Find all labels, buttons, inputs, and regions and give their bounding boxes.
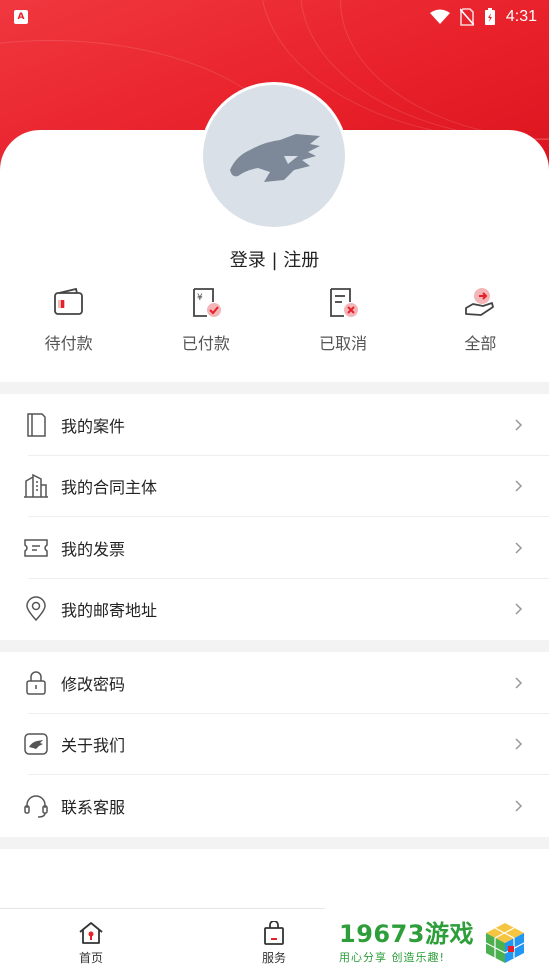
chevron-right-icon: [515, 542, 523, 554]
status-time: 4:31: [505, 8, 537, 25]
order-paid[interactable]: ¥ 已付款: [137, 286, 274, 366]
nav-service[interactable]: 服务: [244, 921, 304, 966]
order-label: 已取消: [319, 334, 368, 353]
document-icon: [22, 411, 50, 439]
menu-label: 联系客服: [61, 797, 126, 817]
avatar[interactable]: [203, 85, 345, 227]
menu-label: 关于我们: [61, 736, 126, 756]
menu-label: 我的合同主体: [61, 478, 158, 498]
menu-my-invoices[interactable]: 我的发票: [0, 517, 549, 579]
chevron-right-icon: [515, 738, 523, 750]
no-sim-icon: [459, 8, 474, 26]
chevron-right-icon: [515, 480, 523, 492]
order-label: 待付款: [44, 334, 93, 353]
order-all[interactable]: 全部: [412, 286, 549, 366]
menu-group-settings: 修改密码 关于我们 联系客服: [0, 652, 549, 837]
wallet-icon: [53, 287, 83, 315]
shopping-bag-icon: [264, 921, 284, 945]
avatar-ring[interactable]: [200, 82, 348, 230]
svg-text:¥: ¥: [197, 293, 203, 303]
chevron-right-icon: [515, 603, 523, 615]
menu-label: 我的邮寄地址: [61, 601, 158, 621]
chevron-right-icon: [515, 677, 523, 689]
wifi-icon: [429, 9, 450, 24]
paid-receipt-icon: ¥: [192, 288, 221, 317]
ticket-icon: [22, 534, 50, 562]
chevron-right-icon: [515, 419, 523, 431]
nav-home[interactable]: 首页: [61, 921, 121, 966]
menu-my-mailing-address[interactable]: 我的邮寄地址: [0, 579, 549, 641]
status-bar: A 4:31: [0, 0, 549, 34]
lock-icon: [22, 669, 50, 697]
menu-my-cases[interactable]: 我的案件: [0, 394, 549, 456]
menu-label: 我的案件: [61, 416, 126, 436]
order-label: 全部: [464, 334, 497, 353]
menu-contact-support[interactable]: 联系客服: [0, 775, 549, 837]
order-cancelled[interactable]: 已取消: [275, 286, 412, 366]
watermark-title: 19673游戏: [339, 919, 474, 948]
watermark-subtitle: 用心分享 创造乐趣!: [339, 950, 445, 964]
nav-label: 首页: [78, 951, 103, 965]
home-icon: [79, 922, 103, 944]
hand-money-icon: [465, 288, 495, 316]
menu-group-account: 我的案件 我的合同主体 我的发票 我的邮寄地址: [0, 394, 549, 640]
building-icon: [22, 472, 50, 500]
headset-icon: [22, 792, 50, 820]
cancelled-receipt-icon: [330, 288, 359, 317]
order-pending-payment[interactable]: 待付款: [0, 286, 137, 366]
menu-change-password[interactable]: 修改密码: [0, 652, 549, 714]
cube-logo-icon: [485, 922, 525, 963]
login-register-link[interactable]: 登录 | 注册: [0, 246, 549, 272]
chevron-right-icon: [515, 800, 523, 812]
section-divider: [0, 640, 549, 652]
order-status-row: 待付款 ¥ 已付款 已取消 全部: [0, 286, 549, 366]
section-divider: [0, 382, 549, 394]
menu-about-us[interactable]: 关于我们: [0, 714, 549, 775]
app-notification-icon: A: [14, 10, 28, 24]
site-watermark: 19673游戏 用心分享 创造乐趣!: [325, 908, 549, 977]
order-label: 已付款: [181, 334, 230, 353]
menu-label: 我的发票: [61, 539, 126, 559]
menu-label: 修改密码: [61, 674, 126, 694]
nav-label: 服务: [261, 951, 286, 965]
location-pin-icon: [22, 595, 50, 623]
horse-logo-icon: [230, 134, 320, 182]
section-divider: [0, 837, 549, 849]
menu-my-contract-entities[interactable]: 我的合同主体: [0, 456, 549, 517]
horse-logo-icon: [22, 730, 50, 758]
battery-icon: [484, 8, 495, 25]
